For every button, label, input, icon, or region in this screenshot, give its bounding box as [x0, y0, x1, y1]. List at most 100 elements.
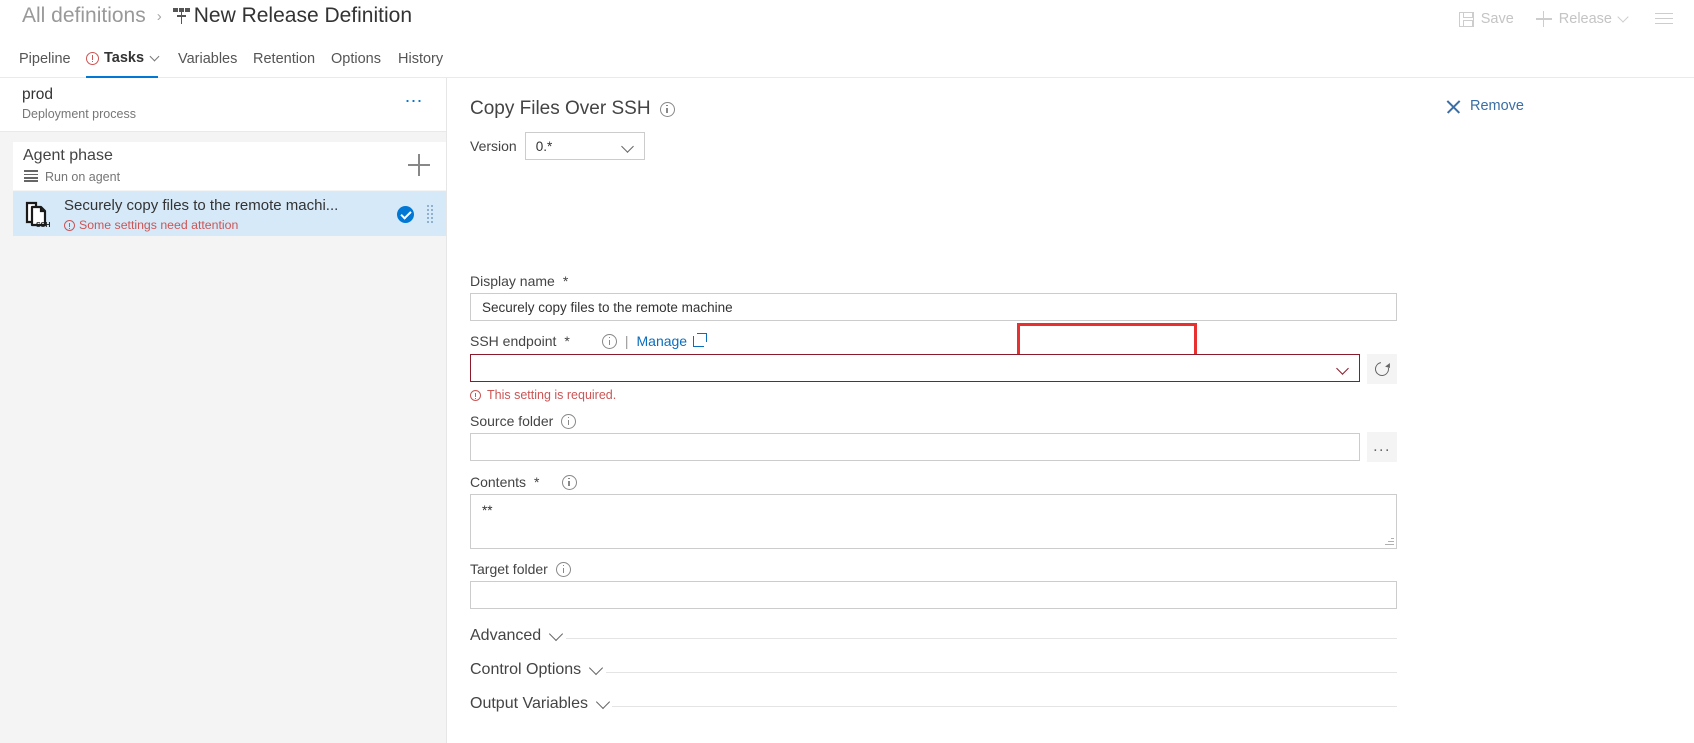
- section-divider: [612, 706, 1397, 707]
- chevron-down-icon: [149, 51, 160, 61]
- info-icon[interactable]: [555, 561, 571, 577]
- tab-options-label: Options: [331, 51, 381, 67]
- copy-files-ssh-icon: SSH: [24, 200, 52, 229]
- display-name-label: Display name *: [470, 273, 568, 289]
- ssh-endpoint-label: SSH endpoint * | Manage: [470, 332, 708, 349]
- required-asterisk: *: [564, 333, 570, 349]
- info-icon[interactable]: [561, 413, 577, 429]
- target-folder-input[interactable]: [470, 581, 1397, 609]
- display-name-input-value: Securely copy files to the remote machin…: [482, 299, 733, 315]
- browse-source-folder-button[interactable]: ...: [1367, 432, 1397, 462]
- add-task-button[interactable]: [408, 154, 430, 176]
- task-list-item-title: Securely copy files to the remote machi.…: [64, 197, 339, 214]
- tab-bar: Pipeline Tasks Variables Retention Optio…: [0, 40, 1694, 78]
- refresh-icon: [1372, 359, 1392, 379]
- tab-retention[interactable]: Retention: [253, 40, 315, 78]
- section-control-options[interactable]: Control Options: [470, 660, 604, 679]
- chevron-down-icon: [1336, 362, 1349, 375]
- top-bar: All definitions › New Release Definition…: [0, 0, 1694, 40]
- remove-task-button-label: Remove: [1470, 98, 1524, 114]
- overflow-menu-button[interactable]: [1640, 10, 1682, 29]
- info-icon[interactable]: [659, 101, 675, 117]
- section-divider: [566, 638, 1397, 639]
- external-link-icon: [693, 332, 708, 347]
- save-button[interactable]: Save: [1450, 8, 1523, 30]
- tab-variables-label: Variables: [178, 51, 238, 67]
- contents-textarea[interactable]: **: [470, 494, 1397, 549]
- breadcrumb-all-definitions[interactable]: All definitions: [22, 4, 146, 28]
- contents-textarea-value: **: [482, 503, 493, 518]
- phase-subtitle: Run on agent: [45, 170, 121, 184]
- tab-pipeline-label: Pipeline: [19, 51, 71, 67]
- process-subtitle: Deployment process: [22, 107, 136, 121]
- process-name: prod: [22, 86, 54, 103]
- warning-circle-icon: [470, 389, 481, 401]
- drag-handle-icon[interactable]: [427, 205, 435, 224]
- warning-circle-icon: [64, 219, 75, 231]
- tab-pipeline[interactable]: Pipeline: [19, 40, 71, 78]
- tab-tasks-label: Tasks: [104, 50, 145, 66]
- refresh-endpoints-button[interactable]: [1367, 354, 1397, 384]
- tab-tasks[interactable]: Tasks: [86, 40, 160, 78]
- release-button[interactable]: Release: [1527, 8, 1636, 30]
- ellipsis-icon[interactable]: ⋯: [405, 92, 425, 110]
- task-list-item[interactable]: SSH Securely copy files to the remote ma…: [13, 191, 446, 236]
- display-name-input[interactable]: Securely copy files to the remote machin…: [470, 293, 1397, 321]
- tab-variables[interactable]: Variables: [178, 40, 237, 78]
- ssh-endpoint-dropdown[interactable]: [470, 354, 1360, 382]
- breadcrumb: All definitions › New Release Definition: [22, 4, 412, 28]
- info-icon[interactable]: [561, 474, 577, 490]
- section-divider: [606, 672, 1397, 673]
- check-circle-icon[interactable]: [397, 206, 414, 223]
- warning-circle-icon: [86, 51, 99, 65]
- version-label: Version: [470, 138, 517, 154]
- breadcrumb-separator: ›: [156, 7, 162, 25]
- contents-label: Contents *: [470, 474, 577, 490]
- version-select-value: 0.*: [535, 138, 553, 154]
- agent-queue-icon: [24, 170, 38, 182]
- tab-options[interactable]: Options: [331, 40, 381, 78]
- task-details-panel: Copy Files Over SSH Remove Version 0.* D…: [448, 78, 1694, 743]
- tab-history[interactable]: History: [398, 40, 443, 78]
- top-bar-actions: Save Release: [1450, 8, 1682, 30]
- section-advanced-label: Advanced: [470, 627, 542, 644]
- save-button-label: Save: [1480, 11, 1514, 27]
- resize-handle[interactable]: [1385, 537, 1394, 546]
- deployment-process-header[interactable]: prod Deployment process ⋯: [0, 78, 446, 132]
- info-icon[interactable]: [601, 333, 617, 349]
- source-folder-input[interactable]: [470, 433, 1360, 461]
- release-definition-icon: [172, 7, 190, 25]
- required-asterisk: *: [562, 273, 569, 289]
- agent-phase-card[interactable]: Agent phase Run on agent: [13, 142, 446, 190]
- close-x-icon: [1446, 99, 1461, 114]
- chevron-down-icon: [549, 626, 564, 641]
- remove-task-button[interactable]: Remove: [1446, 98, 1524, 114]
- chevron-down-icon: [589, 660, 604, 675]
- required-asterisk: *: [534, 474, 540, 490]
- manage-endpoints-link[interactable]: Manage: [637, 332, 708, 349]
- source-folder-label-text: Source folder: [470, 413, 554, 429]
- ssh-endpoint-error: This setting is required.: [470, 388, 616, 402]
- chevron-down-icon: [595, 694, 611, 709]
- phase-name: Agent phase: [23, 147, 113, 164]
- contents-label-text: Contents: [470, 474, 527, 490]
- task-list-item-warning: Some settings need attention: [64, 218, 238, 232]
- plus-icon: [1535, 11, 1552, 27]
- separator: |: [624, 333, 629, 349]
- page-title: New Release Definition: [193, 4, 413, 27]
- target-folder-label: Target folder: [470, 561, 571, 577]
- task-detail-title-row: Copy Files Over SSH: [470, 98, 675, 120]
- target-folder-label-text: Target folder: [470, 561, 548, 577]
- version-select[interactable]: 0.*: [524, 132, 645, 160]
- section-output-variables[interactable]: Output Variables: [470, 694, 611, 713]
- ellipsis-icon: ...: [1373, 438, 1391, 455]
- version-row: Version 0.*: [470, 132, 645, 160]
- ssh-endpoint-error-text: This setting is required.: [487, 388, 617, 402]
- display-name-label-text: Display name: [470, 273, 555, 289]
- svg-text:SSH: SSH: [36, 222, 50, 228]
- section-control-options-label: Control Options: [470, 661, 582, 678]
- task-detail-title: Copy Files Over SSH: [470, 98, 651, 119]
- section-advanced[interactable]: Advanced: [470, 626, 564, 645]
- release-button-label: Release: [1558, 11, 1612, 27]
- save-icon: [1458, 11, 1474, 27]
